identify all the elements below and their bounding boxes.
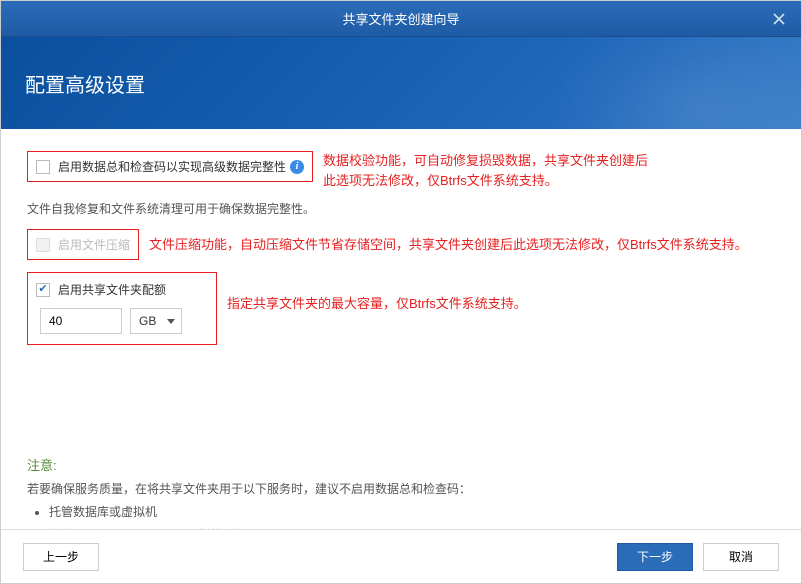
close-icon — [773, 13, 785, 25]
chevron-down-icon — [167, 319, 175, 324]
checksum-row: 启用数据总和检查码以实现高级数据完整性 i 数据校验功能，可自动修复损毁数据，共… — [27, 151, 775, 190]
notes-intro: 若要确保服务质量，在将共享文件夹用于以下服务时，建议不启用数据总和检查码： — [27, 480, 775, 497]
checksum-annotation-line2: 此选项无法修改，仅Btrfs文件系统支持。 — [323, 171, 648, 191]
quota-unit-value: GB — [139, 314, 156, 328]
checksum-annotation-line1: 数据校验功能，可自动修复损毁数据，共享文件夹创建后 — [323, 151, 648, 171]
checksum-option[interactable]: 启用数据总和检查码以实现高级数据完整性 i — [36, 158, 304, 175]
notes-list: 托管数据库或虚拟机 存储 Surveillance Station 录制的视频 — [49, 503, 775, 529]
banner: 配置高级设置 — [1, 37, 801, 129]
checksum-checkbox[interactable] — [36, 160, 50, 174]
quota-inputs: GB — [40, 308, 208, 334]
title-bar: 共享文件夹创建向导 — [1, 1, 801, 37]
annotation-box-quota: 启用共享文件夹配额 GB — [27, 272, 217, 345]
quota-label: 启用共享文件夹配额 — [58, 281, 166, 298]
quota-annotation: 指定共享文件夹的最大容量，仅Btrfs文件系统支持。 — [227, 294, 527, 314]
info-icon[interactable]: i — [290, 160, 304, 174]
next-button[interactable]: 下一步 — [617, 543, 693, 571]
page-title: 配置高级设置 — [25, 69, 145, 98]
compress-checkbox — [36, 238, 50, 252]
annotation-box-compress: 启用文件压缩 — [27, 229, 139, 260]
notes-section: 注意: 若要确保服务质量，在将共享文件夹用于以下服务时，建议不启用数据总和检查码… — [27, 455, 775, 529]
quota-unit-select[interactable]: GB — [130, 308, 182, 334]
compress-row: 启用文件压缩 文件压缩功能，自动压缩文件节省存储空间，共享文件夹创建后此选项无法… — [27, 229, 775, 260]
content-area: 启用数据总和检查码以实现高级数据完整性 i 数据校验功能，可自动修复损毁数据，共… — [1, 129, 801, 529]
back-button[interactable]: 上一步 — [23, 543, 99, 571]
checksum-description: 文件自我修复和文件系统清理可用于确保数据完整性。 — [27, 200, 775, 217]
close-button[interactable] — [769, 9, 789, 29]
notes-heading: 注意: — [27, 455, 775, 474]
quota-row: 启用共享文件夹配额 GB 指定共享文件夹的最大容量，仅Btrfs文件系统支持。 — [27, 272, 775, 345]
wizard-dialog: 共享文件夹创建向导 配置高级设置 启用数据总和检查码以实现高级数据完整性 i 数… — [0, 0, 802, 584]
compress-option: 启用文件压缩 — [36, 236, 130, 253]
quota-checkbox[interactable] — [36, 283, 50, 297]
quota-value-input[interactable] — [40, 308, 122, 334]
annotation-box-checksum: 启用数据总和检查码以实现高级数据完整性 i — [27, 151, 313, 182]
cancel-button[interactable]: 取消 — [703, 543, 779, 571]
list-item: 托管数据库或虚拟机 — [49, 503, 775, 520]
dialog-title: 共享文件夹创建向导 — [342, 9, 459, 28]
compress-annotation: 文件压缩功能，自动压缩文件节省存储空间，共享文件夹创建后此选项无法修改，仅Btr… — [149, 235, 748, 255]
checksum-annotation: 数据校验功能，可自动修复损毁数据，共享文件夹创建后 此选项无法修改，仅Btrfs… — [323, 151, 648, 190]
footer: 上一步 下一步 取消 — [1, 529, 801, 583]
quota-option[interactable]: 启用共享文件夹配额 — [36, 281, 208, 298]
compress-label: 启用文件压缩 — [58, 236, 130, 253]
checksum-label: 启用数据总和检查码以实现高级数据完整性 — [58, 158, 286, 175]
